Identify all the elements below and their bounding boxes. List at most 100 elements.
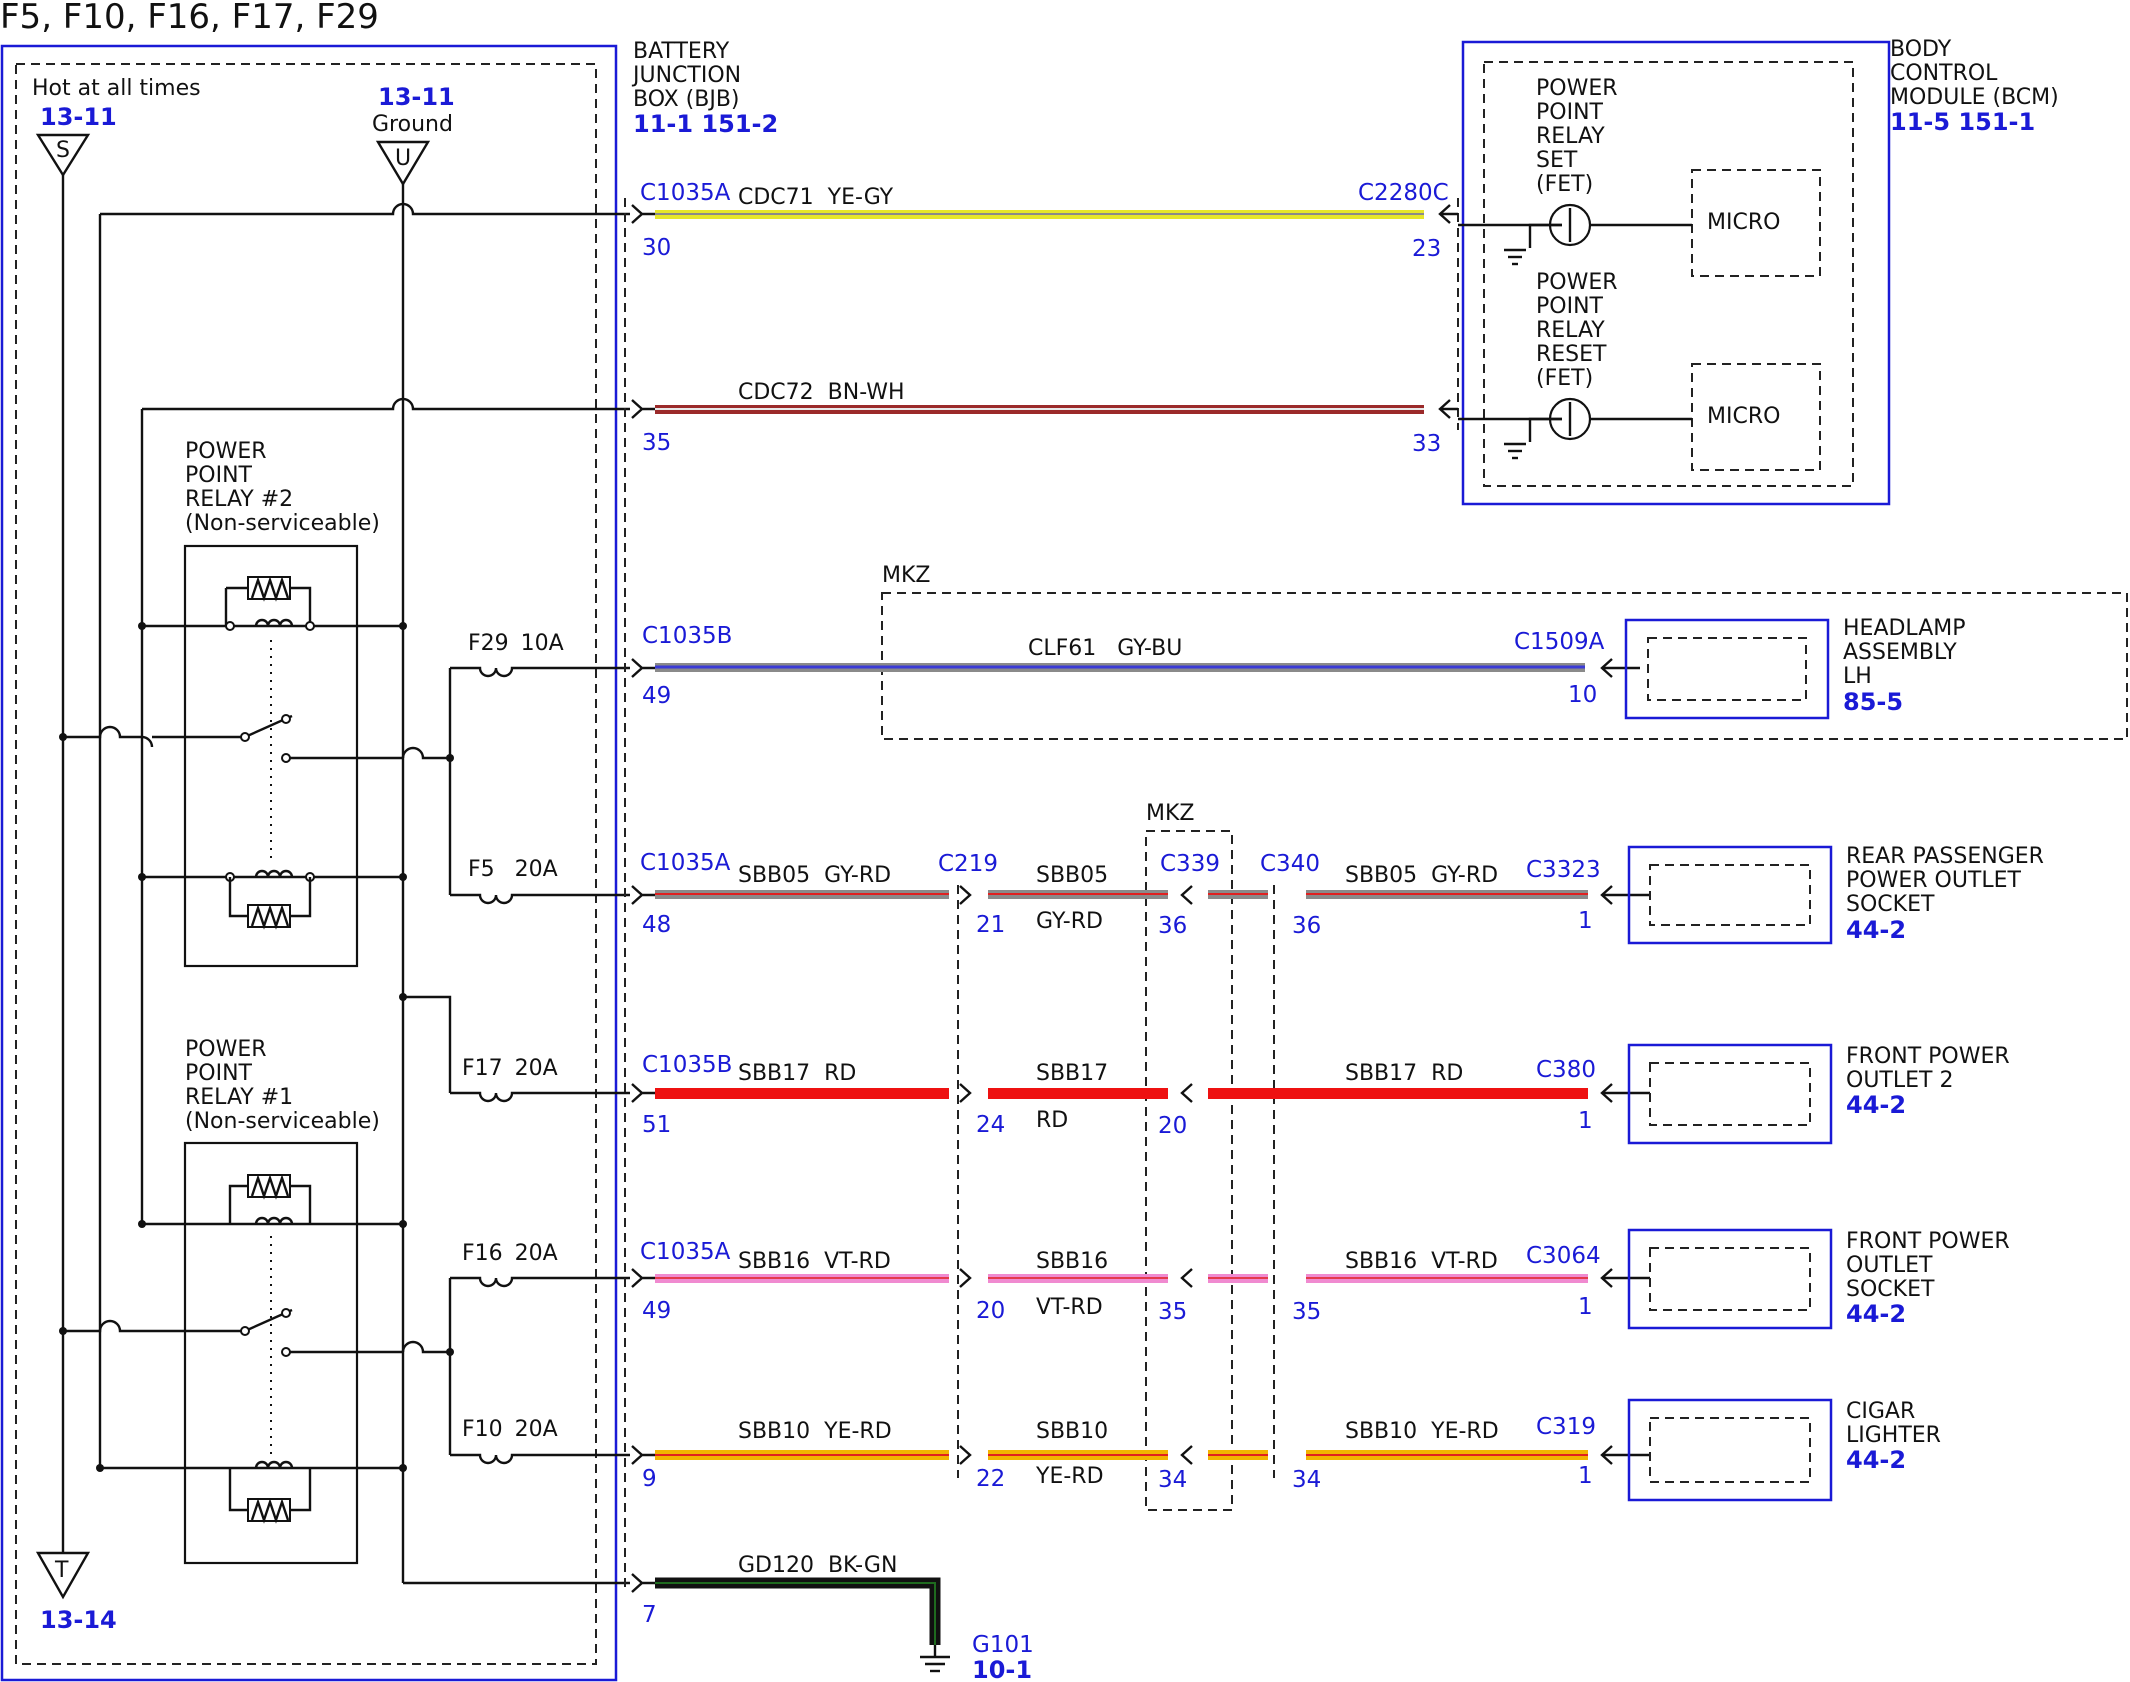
circuit-sbb16-mid: SBB16 [1036, 1249, 1108, 1274]
pin-33: 33 [1412, 431, 1441, 457]
circuit-cdc71: CDC71 YE-GY [738, 185, 894, 210]
component-rear-passenger-socket: REAR PASSENGER POWER OUTLET SOCKET 44-2 [1627, 844, 2044, 945]
pin-30: 30 [642, 235, 671, 261]
svg-text:RELAY: RELAY [1536, 124, 1605, 149]
fuse-f17-label: F17 20A [462, 1056, 558, 1081]
ground-ref: 10-1 [972, 1656, 1032, 1682]
wire-sbb17-c [1208, 1088, 1588, 1099]
svg-text:LIGHTER: LIGHTER [1846, 1423, 1941, 1448]
svg-text:POWER: POWER [185, 1037, 267, 1062]
conn-c1035a-row6: C1035A [640, 1239, 731, 1265]
color-sbb10-mid: YE-RD [1035, 1464, 1104, 1489]
pin-20-c339: 20 [1158, 1113, 1187, 1139]
circuit-sbb17-left: SBB17 RD [738, 1061, 856, 1086]
svg-text:POWER: POWER [1536, 270, 1618, 295]
svg-text:RESET: RESET [1536, 342, 1607, 367]
pin-35-c339: 35 [1158, 1299, 1187, 1325]
svg-text:T: T [54, 1558, 69, 1583]
pin-35: 35 [642, 430, 671, 456]
conn-c319: C319 [1536, 1414, 1596, 1440]
pin-10: 10 [1568, 682, 1597, 708]
circuit-cdc72: CDC72 BN-WH [738, 380, 905, 405]
ref-u: 13-11 [378, 83, 455, 111]
svg-text:CIGAR: CIGAR [1846, 1399, 1915, 1424]
pin-21: 21 [976, 912, 1005, 938]
pin-1-row5: 1 [1578, 1108, 1593, 1134]
fuse-f16-label: F16 20A [462, 1241, 558, 1266]
fuse-f29-label: F29 10A [468, 631, 564, 656]
svg-text:(FET): (FET) [1536, 172, 1593, 197]
pin-9: 9 [642, 1466, 657, 1492]
svg-text:MODULE (BCM): MODULE (BCM) [1890, 85, 2059, 110]
conn-c380: C380 [1536, 1057, 1596, 1083]
svg-text:SET: SET [1536, 148, 1578, 173]
conn-c1035b-row3: C1035B [642, 623, 732, 649]
s-flag-icon: S [35, 133, 91, 178]
mkz-label-inline: MKZ [1146, 801, 1194, 826]
bjb-refs: 11-1 151-2 [633, 110, 778, 138]
pin-23: 23 [1412, 236, 1441, 262]
circuit-sbb16-left: SBB16 VT-RD [738, 1249, 891, 1274]
micro-set-label: MICRO [1707, 210, 1780, 235]
wire-sbb17-a [655, 1088, 949, 1099]
conn-c340: C340 [1260, 851, 1320, 877]
fuse-f5-label: F5 20A [468, 857, 558, 882]
bcm-set-label: POWER POINT RELAY SET (FET) [1536, 76, 1618, 197]
pin-48: 48 [642, 912, 671, 938]
diagram-title: F5, F10, F16, F17, F29 [0, 0, 379, 37]
bcm-outline [1461, 40, 1891, 506]
svg-text:POINT: POINT [185, 1061, 253, 1086]
svg-text:44-2: 44-2 [1846, 1446, 1906, 1474]
circuit-sbb05-right: SBB05 GY-RD [1345, 863, 1498, 888]
pin-7: 7 [642, 1602, 657, 1628]
svg-text:RELAY #1: RELAY #1 [185, 1085, 293, 1110]
fet-reset-icon [1458, 397, 1692, 460]
svg-text:POINT: POINT [185, 463, 253, 488]
pin-49-row6: 49 [642, 1298, 671, 1324]
svg-text:(Non-serviceable): (Non-serviceable) [185, 511, 380, 536]
circuit-sbb17-mid: SBB17 [1036, 1061, 1108, 1086]
component-front-power-outlet-2: FRONT POWER OUTLET 2 44-2 [1627, 1043, 2010, 1145]
u-flag-icon: U [375, 140, 431, 187]
svg-text:POINT: POINT [1536, 100, 1604, 125]
conn-c1035b-row5: C1035B [642, 1052, 732, 1078]
circuit-sbb16-right: SBB16 VT-RD [1345, 1249, 1498, 1274]
color-sbb17-mid: RD [1036, 1108, 1068, 1133]
bjb-name-line-2: JUNCTION [631, 63, 741, 88]
hot-at-all-times-label: Hot at all times [32, 76, 201, 101]
bjb-name-line-3: BOX (BJB) [633, 87, 740, 112]
relay-2-label: POWER POINT RELAY #2 (Non-serviceable) [185, 439, 380, 536]
ref-t: 13-14 [40, 1606, 117, 1634]
svg-text:POWER: POWER [1536, 76, 1618, 101]
fet-set-icon [1458, 203, 1692, 266]
circuit-sbb10-left: SBB10 YE-RD [738, 1419, 892, 1444]
ground-g101: G101 [972, 1632, 1034, 1658]
bjb-internal-box [15, 63, 597, 1665]
circuit-clf61: CLF61 GY-BU [1028, 636, 1182, 661]
svg-text:LH: LH [1843, 664, 1872, 689]
svg-text:(Non-serviceable): (Non-serviceable) [185, 1109, 380, 1134]
color-sbb05-mid: GY-RD [1036, 909, 1103, 934]
pin-20-c219: 20 [976, 1298, 1005, 1324]
ref-s: 13-11 [40, 103, 117, 131]
svg-text:U: U [395, 146, 411, 171]
svg-text:S: S [56, 138, 70, 163]
conn-c3064: C3064 [1526, 1243, 1601, 1269]
wire-sbb17-b [988, 1088, 1168, 1099]
conn-c339: C339 [1160, 851, 1220, 877]
ground-label: Ground [372, 112, 453, 137]
conn-c3323: C3323 [1526, 857, 1601, 883]
svg-text:FRONT POWER: FRONT POWER [1846, 1229, 2010, 1254]
wiring-diagram: F5, F10, F16, F17, F29 Hot at all times … [0, 0, 2128, 1682]
circuit-sbb17-right: SBB17 RD [1345, 1061, 1463, 1086]
svg-text:FRONT POWER: FRONT POWER [1846, 1044, 2010, 1069]
pin-34-c339: 34 [1158, 1467, 1187, 1493]
component-headlamp: HEADLAMP ASSEMBLY LH 85-5 [1624, 616, 1966, 720]
svg-text:POWER OUTLET: POWER OUTLET [1846, 868, 2022, 893]
wire-layer [655, 210, 1588, 1673]
svg-text:POINT: POINT [1536, 294, 1604, 319]
svg-text:REAR PASSENGER: REAR PASSENGER [1846, 844, 2044, 869]
circuit-sbb10-mid: SBB10 [1036, 1419, 1108, 1444]
pin-1-row7: 1 [1578, 1463, 1593, 1489]
svg-text:BODY: BODY [1890, 37, 1952, 62]
